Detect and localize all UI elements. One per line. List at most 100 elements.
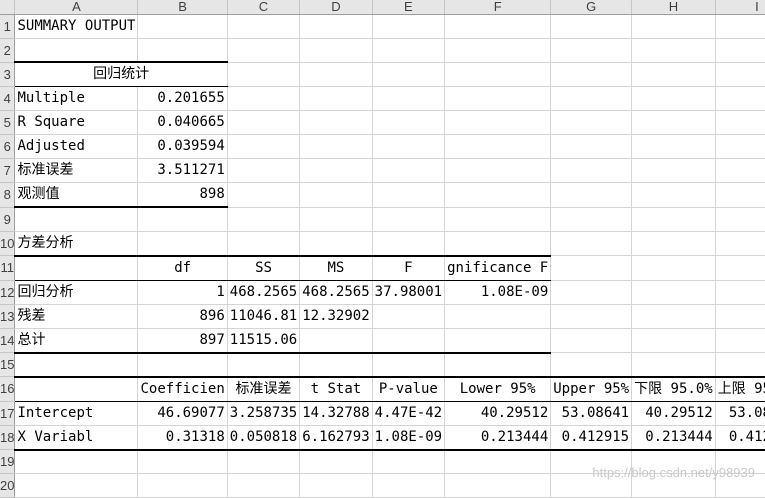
cell[interactable]: [372, 207, 446, 232]
cell[interactable]: [550, 134, 633, 159]
row-header[interactable]: 14: [0, 328, 16, 353]
cell[interactable]: [550, 110, 633, 135]
cell[interactable]: [227, 110, 301, 135]
row-header[interactable]: 17: [0, 401, 16, 426]
anova-value-cell[interactable]: 1.08E-09: [444, 280, 552, 305]
cell[interactable]: [227, 182, 301, 208]
anova-header-cell[interactable]: [14, 255, 139, 281]
cell[interactable]: [631, 352, 716, 378]
anova-label-cell[interactable]: 回归分析: [14, 280, 139, 305]
cell[interactable]: [299, 38, 373, 63]
cell[interactable]: [715, 38, 765, 63]
cell[interactable]: [372, 134, 446, 159]
stat-value-cell[interactable]: 3.511271: [137, 158, 228, 183]
row-header[interactable]: 10: [0, 231, 16, 256]
cell[interactable]: [550, 207, 633, 232]
column-header-b[interactable]: B: [137, 0, 228, 15]
anova-value-cell[interactable]: 11046.81: [227, 304, 301, 329]
coef-value-cell[interactable]: 0.213444: [444, 425, 552, 451]
cell[interactable]: [444, 62, 552, 87]
coef-value-cell[interactable]: 0.412915: [550, 425, 633, 451]
cell[interactable]: [550, 328, 633, 353]
cell[interactable]: [631, 86, 716, 111]
stat-value-cell[interactable]: 898: [137, 182, 228, 208]
stat-value-cell[interactable]: 0.201655: [137, 86, 228, 111]
cell[interactable]: [550, 14, 633, 39]
row-header[interactable]: 2: [0, 38, 16, 63]
column-header-a[interactable]: A: [14, 0, 139, 15]
cell[interactable]: [715, 304, 765, 329]
cell[interactable]: [444, 38, 552, 63]
cell[interactable]: [137, 449, 228, 474]
cell[interactable]: [631, 304, 716, 329]
cell[interactable]: [299, 62, 373, 87]
anova-value-cell[interactable]: 896: [137, 304, 228, 329]
row-header[interactable]: 6: [0, 134, 16, 159]
cell[interactable]: [550, 255, 633, 281]
cell[interactable]: [631, 110, 716, 135]
cell[interactable]: [715, 352, 765, 378]
row-header[interactable]: 7: [0, 158, 16, 183]
cell[interactable]: [137, 38, 228, 63]
column-header-f[interactable]: F: [444, 0, 552, 15]
cell[interactable]: [444, 449, 552, 474]
cell[interactable]: [631, 231, 716, 256]
cell[interactable]: [372, 231, 446, 257]
cell[interactable]: [299, 352, 373, 378]
cell[interactable]: [14, 352, 139, 378]
cell[interactable]: [444, 352, 552, 378]
coef-header-cell[interactable]: Upper 95%: [550, 376, 633, 402]
cell[interactable]: [715, 182, 765, 208]
anova-value-cell[interactable]: [372, 304, 446, 329]
anova-value-cell[interactable]: [372, 328, 446, 354]
cell[interactable]: [137, 352, 228, 378]
column-header-e[interactable]: E: [372, 0, 446, 15]
cell[interactable]: [631, 280, 716, 305]
coef-value-cell[interactable]: 40.29512: [444, 401, 552, 426]
cell[interactable]: [299, 110, 373, 135]
coef-value-cell[interactable]: 53.08641: [550, 401, 633, 426]
stat-label-cell[interactable]: 观测值: [14, 182, 139, 208]
coef-value-cell[interactable]: 1.08E-09: [372, 425, 446, 451]
coef-value-cell[interactable]: 14.32788: [299, 401, 373, 426]
row-header[interactable]: 1: [0, 14, 16, 39]
summary-title-cell[interactable]: SUMMARY OUTPUT: [14, 14, 139, 39]
cell[interactable]: [444, 207, 552, 232]
cell[interactable]: [715, 255, 765, 281]
cell[interactable]: [550, 231, 633, 256]
cell[interactable]: [227, 62, 301, 87]
cell[interactable]: [631, 158, 716, 183]
anova-header-cell[interactable]: gnificance F: [444, 255, 552, 281]
cell[interactable]: [299, 134, 373, 159]
cell[interactable]: [372, 158, 446, 183]
cell[interactable]: [227, 134, 301, 159]
cell[interactable]: [372, 14, 446, 39]
coef-value-cell[interactable]: 0.050818: [227, 425, 301, 451]
cell[interactable]: [372, 182, 446, 208]
coef-value-cell[interactable]: 0.412915: [715, 425, 765, 451]
cell[interactable]: [715, 158, 765, 183]
anova-header-cell[interactable]: MS: [299, 255, 373, 281]
regression-stats-header[interactable]: 回归统计: [14, 62, 228, 87]
cell[interactable]: [14, 449, 139, 474]
select-all-corner[interactable]: [0, 0, 16, 15]
cell[interactable]: [715, 207, 765, 232]
column-header-d[interactable]: D: [299, 0, 373, 15]
row-header[interactable]: 12: [0, 280, 16, 305]
cell[interactable]: [444, 14, 552, 39]
stat-label-cell[interactable]: Adjusted: [14, 134, 139, 159]
row-header[interactable]: 19: [0, 449, 16, 474]
cell[interactable]: [372, 62, 446, 87]
anova-value-cell[interactable]: [444, 304, 552, 329]
coef-value-cell[interactable]: 46.69077: [137, 401, 228, 426]
coef-value-cell[interactable]: 6.162793: [299, 425, 373, 451]
stat-label-cell[interactable]: Multiple: [14, 86, 139, 111]
cell[interactable]: [14, 38, 139, 63]
coef-header-cell[interactable]: [14, 376, 139, 402]
coef-header-cell[interactable]: 下限 95.0%: [631, 376, 716, 402]
cell[interactable]: [715, 134, 765, 159]
cell[interactable]: [550, 86, 633, 111]
cell[interactable]: [550, 182, 633, 208]
cell[interactable]: [715, 280, 765, 305]
anova-value-cell[interactable]: 468.2565: [299, 280, 373, 305]
